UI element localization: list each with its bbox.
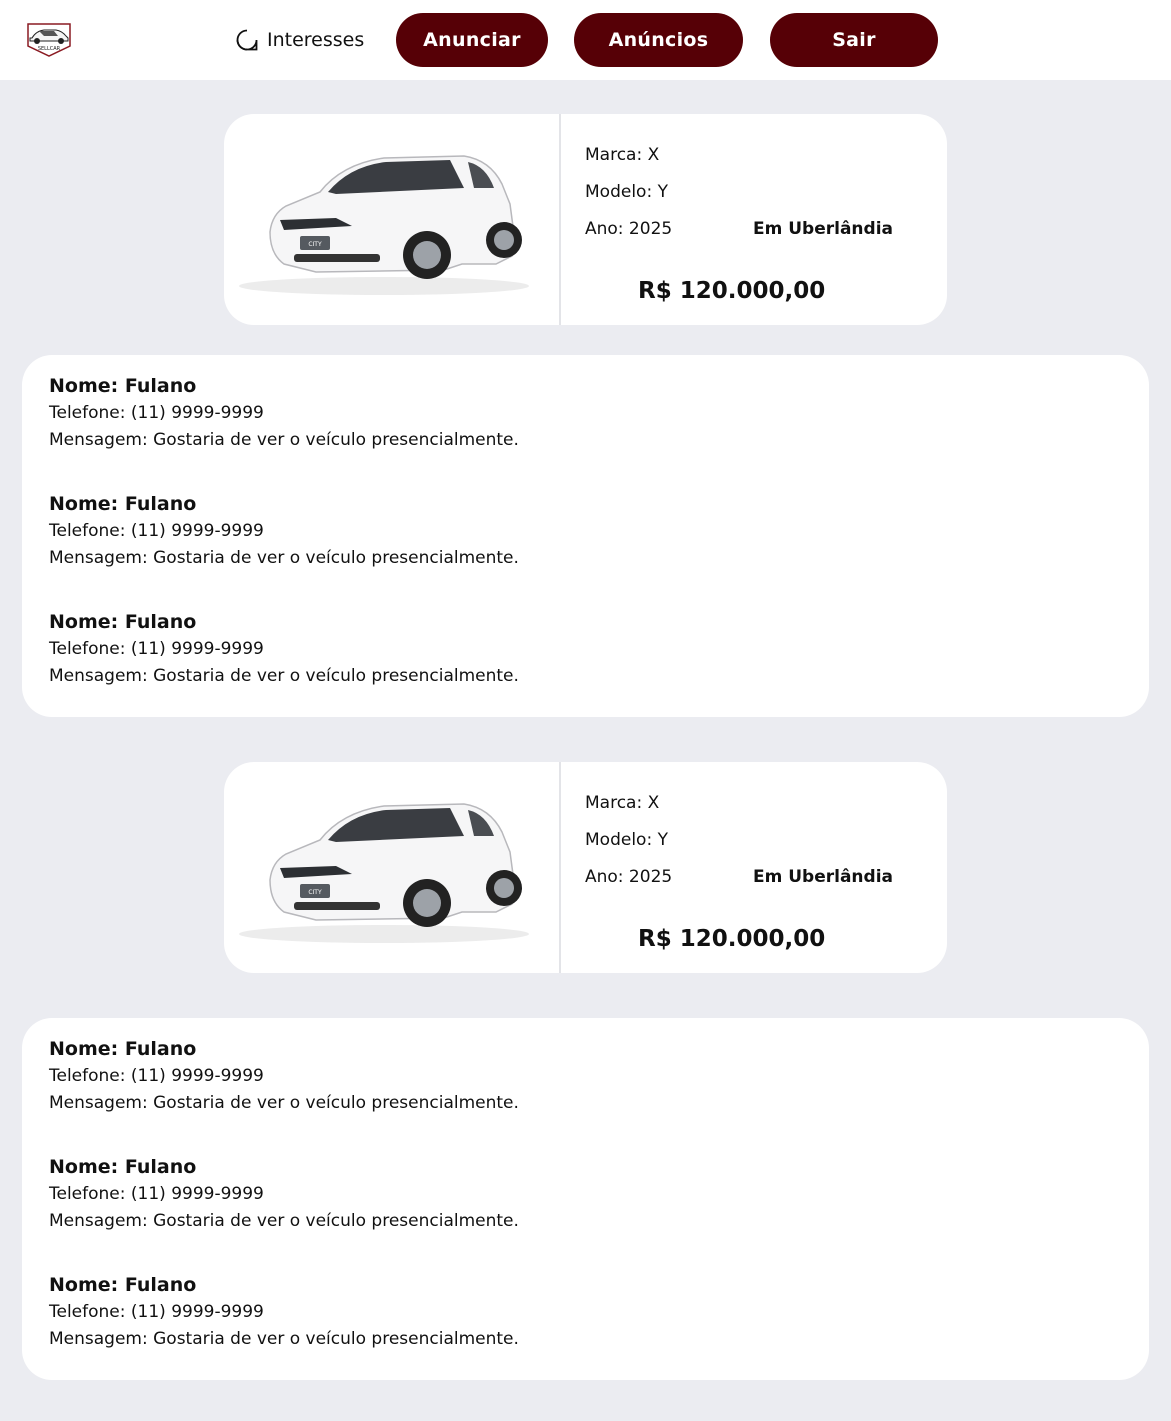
interest-name: Nome: Fulano (49, 493, 197, 515)
top-nav-bar: SELLCAR Interesses Anunciar Anúncios Sai… (0, 0, 1171, 80)
interest-message: Mensagem: Gostaria de ver o veículo pres… (49, 430, 519, 450)
interest-name: Nome: Fulano (49, 1156, 197, 1178)
chat-bubble-icon (236, 29, 258, 51)
marca-label: Marca: X (585, 793, 660, 813)
interest-phone: Telefone: (11) 9999-9999 (49, 1302, 264, 1322)
interest-phone: Telefone: (11) 9999-9999 (49, 1066, 264, 1086)
ano-label: Ano: 2025 (585, 867, 673, 887)
marca-label: Marca: X (585, 145, 660, 165)
ano-label: Ano: 2025 (585, 219, 673, 239)
interesses-link[interactable]: Interesses (235, 27, 364, 53)
car-image: CITY (224, 762, 559, 973)
interest-entry: Nome: Fulano Telefone: (11) 9999-9999 Me… (49, 490, 949, 572)
price-label: R$ 120.000,00 (638, 278, 826, 304)
interest-message: Mensagem: Gostaria de ver o veículo pres… (49, 548, 519, 568)
interest-name: Nome: Fulano (49, 611, 197, 633)
interest-entry: Nome: Fulano Telefone: (11) 9999-9999 Me… (49, 372, 949, 454)
car-image: CITY (224, 114, 559, 325)
modelo-label: Modelo: Y (585, 830, 668, 850)
modelo-label: Modelo: Y (585, 182, 668, 202)
interest-message: Mensagem: Gostaria de ver o veículo pres… (49, 1329, 519, 1349)
svg-text:SELLCAR: SELLCAR (38, 46, 61, 52)
price-label: R$ 120.000,00 (638, 926, 826, 952)
anuncios-button[interactable]: Anúncios (574, 13, 743, 67)
interest-phone: Telefone: (11) 9999-9999 (49, 1184, 264, 1204)
location-label: Em Uberlândia (753, 867, 894, 887)
interest-entry: Nome: Fulano Telefone: (11) 9999-9999 Me… (49, 1035, 949, 1117)
interests-panel: Nome: Fulano Telefone: (11) 9999-9999 Me… (22, 355, 1149, 717)
interests-panel: Nome: Fulano Telefone: (11) 9999-9999 Me… (22, 1018, 1149, 1380)
card-divider (559, 114, 561, 325)
interest-phone: Telefone: (11) 9999-9999 (49, 639, 264, 659)
interest-phone: Telefone: (11) 9999-9999 (49, 403, 264, 423)
interest-entry: Nome: Fulano Telefone: (11) 9999-9999 Me… (49, 1153, 949, 1235)
vehicle-card[interactable]: CITY Marca: X Modelo: Y Ano: 2025 Em Ube… (224, 114, 947, 325)
interest-name: Nome: Fulano (49, 375, 197, 397)
interest-entry: Nome: Fulano Telefone: (11) 9999-9999 Me… (49, 1271, 949, 1353)
interest-phone: Telefone: (11) 9999-9999 (49, 521, 264, 541)
interest-message: Mensagem: Gostaria de ver o veículo pres… (49, 666, 519, 686)
interesses-label: Interesses (267, 29, 365, 51)
interest-entry: Nome: Fulano Telefone: (11) 9999-9999 Me… (49, 608, 949, 690)
interest-name: Nome: Fulano (49, 1038, 197, 1060)
sair-button[interactable]: Sair (770, 13, 938, 67)
interest-message: Mensagem: Gostaria de ver o veículo pres… (49, 1093, 519, 1113)
anunciar-button[interactable]: Anunciar (396, 13, 548, 67)
interest-name: Nome: Fulano (49, 1274, 197, 1296)
sellcar-logo[interactable]: SELLCAR (22, 20, 76, 58)
svg-text:CITY: CITY (308, 241, 322, 248)
svg-text:CITY: CITY (308, 889, 322, 896)
interest-message: Mensagem: Gostaria de ver o veículo pres… (49, 1211, 519, 1231)
vehicle-card[interactable]: CITY Marca: X Modelo: Y Ano: 2025 Em Ube… (224, 762, 947, 973)
location-label: Em Uberlândia (753, 219, 894, 239)
card-divider (559, 762, 561, 973)
